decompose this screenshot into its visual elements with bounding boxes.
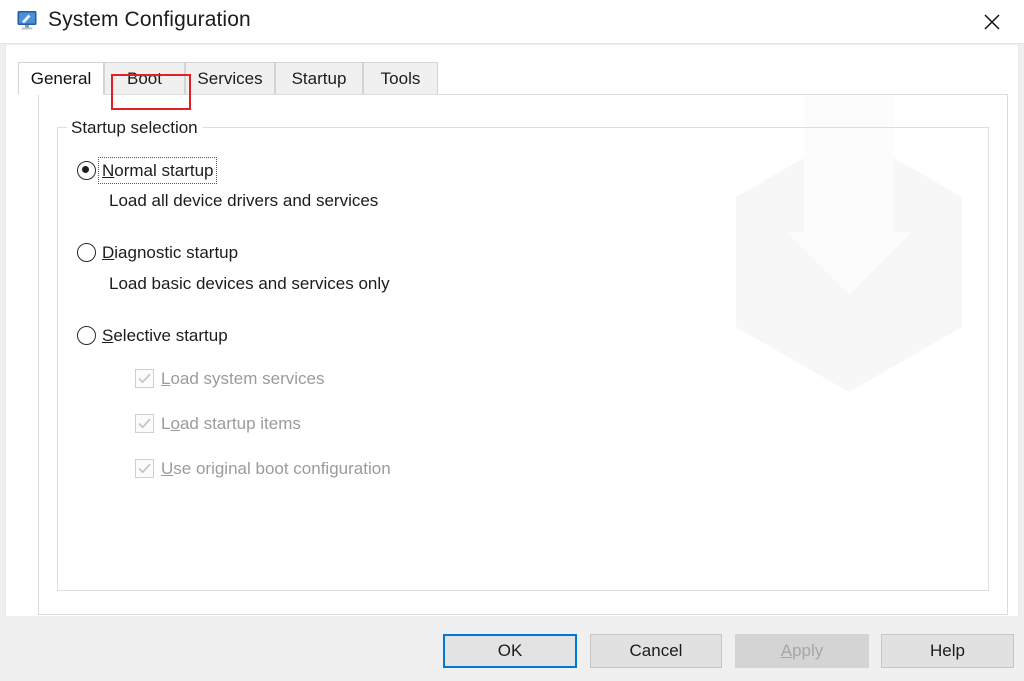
system-configuration-icon (15, 8, 39, 32)
tab-services[interactable]: Services (185, 62, 275, 95)
checkbox-use-original-boot-configuration-indicator (135, 459, 154, 478)
system-configuration-window: System Configuration General Boot Servic… (0, 0, 1024, 681)
radio-diagnostic-startup-indicator (77, 243, 96, 262)
close-icon[interactable] (960, 0, 1024, 44)
tab-boot[interactable]: Boot (104, 62, 185, 95)
help-button-label: Help (930, 641, 965, 661)
radio-diagnostic-startup[interactable]: Diagnostic startup (77, 240, 240, 264)
radio-selective-startup[interactable]: Selective startup (77, 323, 230, 347)
tab-services-label: Services (197, 69, 262, 89)
radio-diagnostic-startup-label: Diagnostic startup (100, 241, 240, 264)
dialog-client-area: General Boot Services Startup Tools Star… (5, 45, 1019, 676)
tab-tools-label: Tools (381, 69, 421, 89)
radio-selective-startup-label: Selective startup (100, 324, 230, 347)
checkbox-load-system-services-indicator (135, 369, 154, 388)
tab-startup[interactable]: Startup (275, 62, 363, 95)
cancel-button[interactable]: Cancel (590, 634, 722, 668)
ok-button[interactable]: OK (443, 634, 577, 668)
checkbox-use-original-boot-configuration[interactable]: Use original boot configuration (135, 456, 391, 480)
window-title: System Configuration (48, 7, 251, 33)
checkbox-load-startup-items-indicator (135, 414, 154, 433)
radio-normal-startup-indicator (77, 161, 96, 180)
tab-general-label: General (31, 69, 91, 89)
checkbox-use-original-boot-configuration-label: Use original boot configuration (161, 458, 391, 479)
startup-selection-group: Startup selection Normal startup Load al… (57, 118, 989, 591)
apply-button: Apply (735, 634, 869, 668)
checkbox-load-startup-items-label: Load startup items (161, 413, 301, 434)
cancel-button-label: Cancel (630, 641, 683, 661)
normal-startup-description: Load all device drivers and services (109, 190, 378, 211)
radio-normal-startup[interactable]: Normal startup (77, 158, 215, 182)
apply-button-label: Apply (781, 641, 824, 661)
tab-boot-label: Boot (127, 69, 162, 89)
title-bar: System Configuration (0, 0, 1024, 44)
radio-normal-startup-label: Normal startup (100, 159, 215, 182)
tab-strip: General Boot Services Startup Tools (18, 62, 1008, 95)
help-button[interactable]: Help (881, 634, 1014, 668)
general-tab-page: Startup selection Normal startup Load al… (38, 94, 1008, 615)
checkbox-load-system-services[interactable]: Load system services (135, 366, 324, 390)
checkbox-load-system-services-label: Load system services (161, 368, 324, 389)
checkbox-load-startup-items[interactable]: Load startup items (135, 411, 301, 435)
diagnostic-startup-description: Load basic devices and services only (109, 273, 390, 294)
tab-general[interactable]: General (18, 62, 104, 95)
radio-selective-startup-indicator (77, 326, 96, 345)
tab-startup-label: Startup (292, 69, 347, 89)
ok-button-label: OK (498, 641, 523, 661)
tab-tools[interactable]: Tools (363, 62, 438, 95)
dialog-footer: OK Cancel Apply Help (0, 616, 1024, 681)
group-legend: Startup selection (67, 118, 203, 138)
